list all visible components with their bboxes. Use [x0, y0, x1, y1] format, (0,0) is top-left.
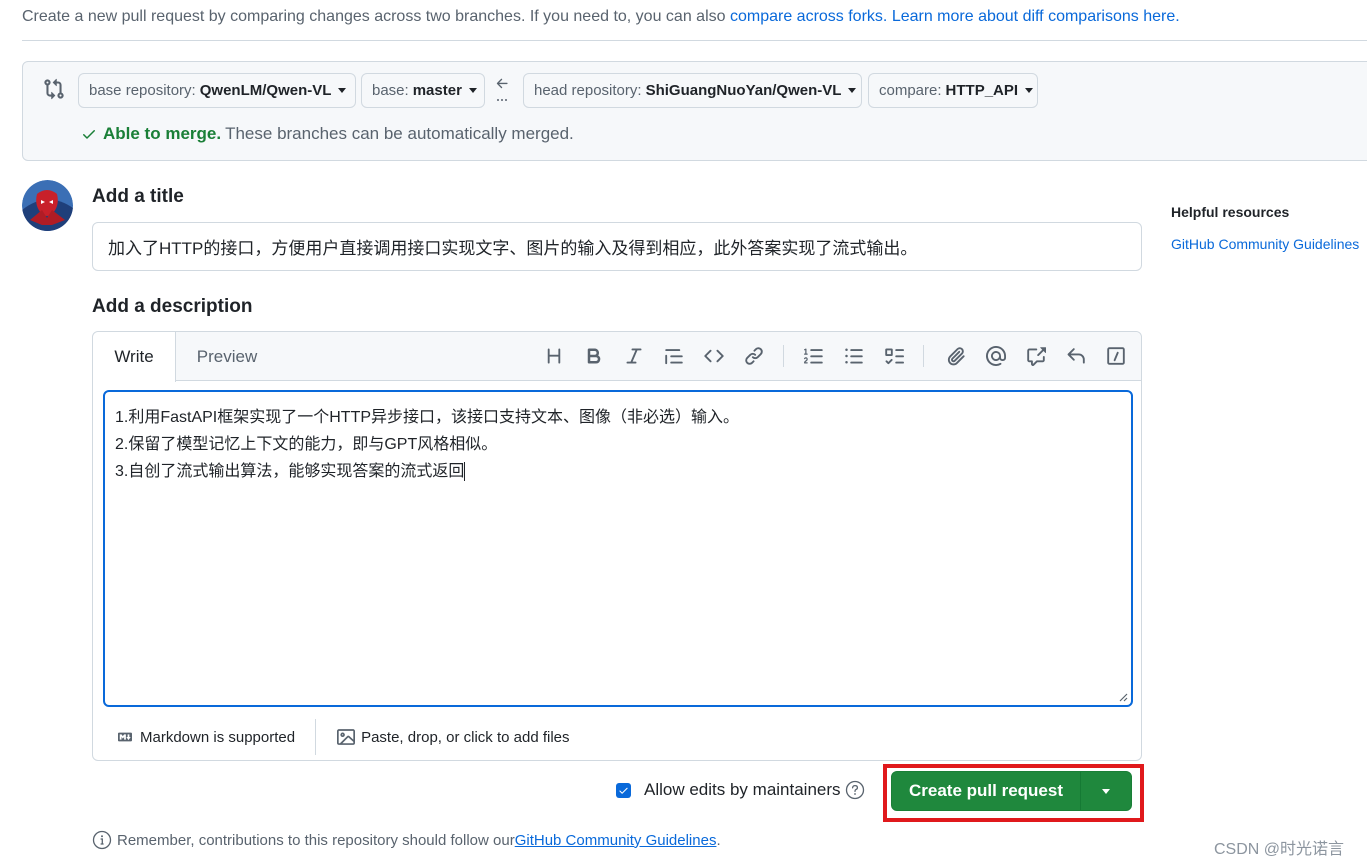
compare-branch-select[interactable]: compare: HTTP_API: [868, 73, 1038, 108]
avatar-image: [22, 180, 73, 231]
merge-status: Able to merge. These branches can be aut…: [81, 124, 574, 144]
triangle-down-icon: [1102, 788, 1110, 794]
compare-branch-value: HTTP_API: [945, 82, 1019, 99]
description-line: 2.保留了模型记忆上下文的能力，即与GPT风格相似。: [115, 436, 498, 453]
check-icon: [83, 130, 95, 139]
quote-icon: [665, 349, 683, 365]
base-branch-value: master: [412, 82, 462, 99]
slash-commands-button[interactable]: [1105, 345, 1127, 367]
intro-sentence: Create a new pull request by comparing c…: [22, 8, 730, 25]
code-button[interactable]: [703, 345, 725, 367]
description-editor: Write Preview 1.利用FastAPI框架实现了一个HTTP异步接口…: [92, 331, 1142, 761]
mention-icon: [986, 346, 1006, 366]
base-repository-value: QwenLM/Qwen-VL: [199, 82, 332, 99]
bold-icon: [587, 348, 601, 364]
divider: [22, 40, 1367, 41]
ordered-list-button[interactable]: [803, 345, 825, 367]
intro-text: Create a new pull request by comparing c…: [22, 8, 1180, 26]
markdown-icon: [118, 732, 132, 742]
create-options-dropdown[interactable]: [1081, 772, 1131, 810]
merge-ok-text: Able to merge.: [103, 124, 222, 143]
italic-button[interactable]: [623, 345, 645, 367]
add-description-label: Add a description: [92, 296, 253, 317]
info-icon: [92, 830, 112, 850]
create-pull-request-button-group: Create pull request: [891, 771, 1132, 811]
toolbar-divider: [783, 345, 784, 367]
link-button[interactable]: [743, 345, 765, 367]
attach-note: Paste, drop, or click to add files: [361, 728, 570, 746]
tab-preview[interactable]: Preview: [177, 332, 277, 381]
allow-edits-label[interactable]: Allow edits by maintainers: [644, 780, 841, 800]
base-repository-label: base repository:: [89, 82, 196, 99]
git-compare-icon: [44, 78, 64, 100]
reminder-text: Remember, contributions to this reposito…: [117, 831, 515, 849]
head-repository-select[interactable]: head repository: ShiGuangNuoYan/Qwen-VL: [523, 73, 862, 108]
text-cursor: [464, 462, 466, 482]
triangle-down-icon: [468, 88, 477, 93]
check-icon: [619, 787, 628, 794]
description-line: 1.利用FastAPI框架实现了一个HTTP异步接口，该接口支持文本、图像（非必…: [115, 409, 740, 426]
sidebar-guidelines-link[interactable]: GitHub Community Guidelines: [1171, 236, 1359, 252]
description-line: 3.自创了流式输出算法，能够实现答案的流式返回: [115, 458, 1121, 485]
base-branch-select[interactable]: base: master: [361, 73, 485, 108]
merge-description: These branches can be automatically merg…: [225, 124, 574, 143]
contribution-reminder: Remember, contributions to this reposito…: [92, 830, 721, 850]
bold-button[interactable]: [583, 345, 605, 367]
triangle-down-icon: [1025, 88, 1034, 93]
triangle-down-icon: [338, 88, 347, 93]
create-pull-request-button[interactable]: Create pull request: [892, 772, 1081, 810]
task-list-button[interactable]: [883, 345, 905, 367]
learn-more-link[interactable]: Learn more about diff comparisons here.: [892, 8, 1180, 25]
mention-button[interactable]: [985, 345, 1007, 367]
task-list-icon: [885, 348, 904, 365]
add-title-label: Add a title: [92, 186, 184, 207]
link-icon: [745, 347, 763, 365]
markdown-note: Markdown is supported: [140, 728, 296, 746]
arrow-left-icon: [496, 78, 508, 101]
image-icon: [337, 729, 356, 745]
reminder-suffix: .: [716, 831, 721, 849]
toolbar-divider: [923, 345, 924, 367]
code-icon: [704, 349, 724, 363]
compare-forks-link[interactable]: compare across forks.: [730, 8, 887, 25]
base-branch-label: base:: [372, 82, 409, 99]
allow-edits-checkbox[interactable]: [616, 782, 631, 798]
unordered-list-icon: [845, 348, 863, 364]
allow-edits-option: Allow edits by maintainers: [616, 780, 865, 800]
unordered-list-button[interactable]: [843, 345, 865, 367]
quote-button[interactable]: [663, 345, 685, 367]
editor-tabbar: Write Preview: [93, 332, 1141, 382]
reply-icon: [1067, 348, 1085, 364]
community-guidelines-link[interactable]: GitHub Community Guidelines: [515, 832, 717, 849]
cross-reference-icon: [1027, 347, 1046, 366]
markdown-supported-link[interactable]: Markdown is supported: [115, 729, 295, 746]
saved-reply-button[interactable]: [1065, 345, 1087, 367]
helpful-resources-heading: Helpful resources: [1171, 204, 1290, 220]
paperclip-icon: [947, 347, 965, 366]
description-line-text: 3.自创了流式输出算法，能够实现答案的流式返回: [115, 463, 465, 480]
compare-box: base repository: QwenLM/Qwen-VL base: ma…: [22, 61, 1367, 161]
ordered-list-icon: [804, 348, 823, 364]
tab-write[interactable]: Write: [93, 332, 176, 382]
italic-icon: [626, 348, 642, 364]
slash-command-icon: [1107, 347, 1125, 365]
cross-reference-button[interactable]: [1025, 345, 1047, 367]
base-repository-select[interactable]: base repository: QwenLM/Qwen-VL: [78, 73, 356, 108]
footer-divider: [315, 719, 317, 755]
question-icon[interactable]: [845, 780, 865, 800]
title-input[interactable]: 加入了HTTP的接口，方便用户直接调用接口实现文字、图片的输入及得到相应，此外答…: [92, 222, 1142, 271]
watermark: CSDN @时光诺言: [1214, 841, 1345, 858]
heading-button[interactable]: [543, 345, 565, 367]
heading-icon: [547, 348, 561, 364]
head-repository-value: ShiGuangNuoYan/Qwen-VL: [645, 82, 842, 99]
description-textarea[interactable]: 1.利用FastAPI框架实现了一个HTTP异步接口，该接口支持文本、图像（非必…: [103, 390, 1133, 707]
triangle-down-icon: [848, 88, 857, 93]
editor-footer: Markdown is supported Paste, drop, or cl…: [93, 714, 1141, 760]
attach-button[interactable]: [945, 345, 967, 367]
compare-branch-label: compare:: [879, 82, 942, 99]
avatar[interactable]: [22, 180, 73, 231]
resize-grip-icon[interactable]: [1118, 692, 1128, 702]
head-repository-label: head repository:: [534, 82, 642, 99]
add-files-button[interactable]: Paste, drop, or click to add files: [336, 728, 570, 746]
